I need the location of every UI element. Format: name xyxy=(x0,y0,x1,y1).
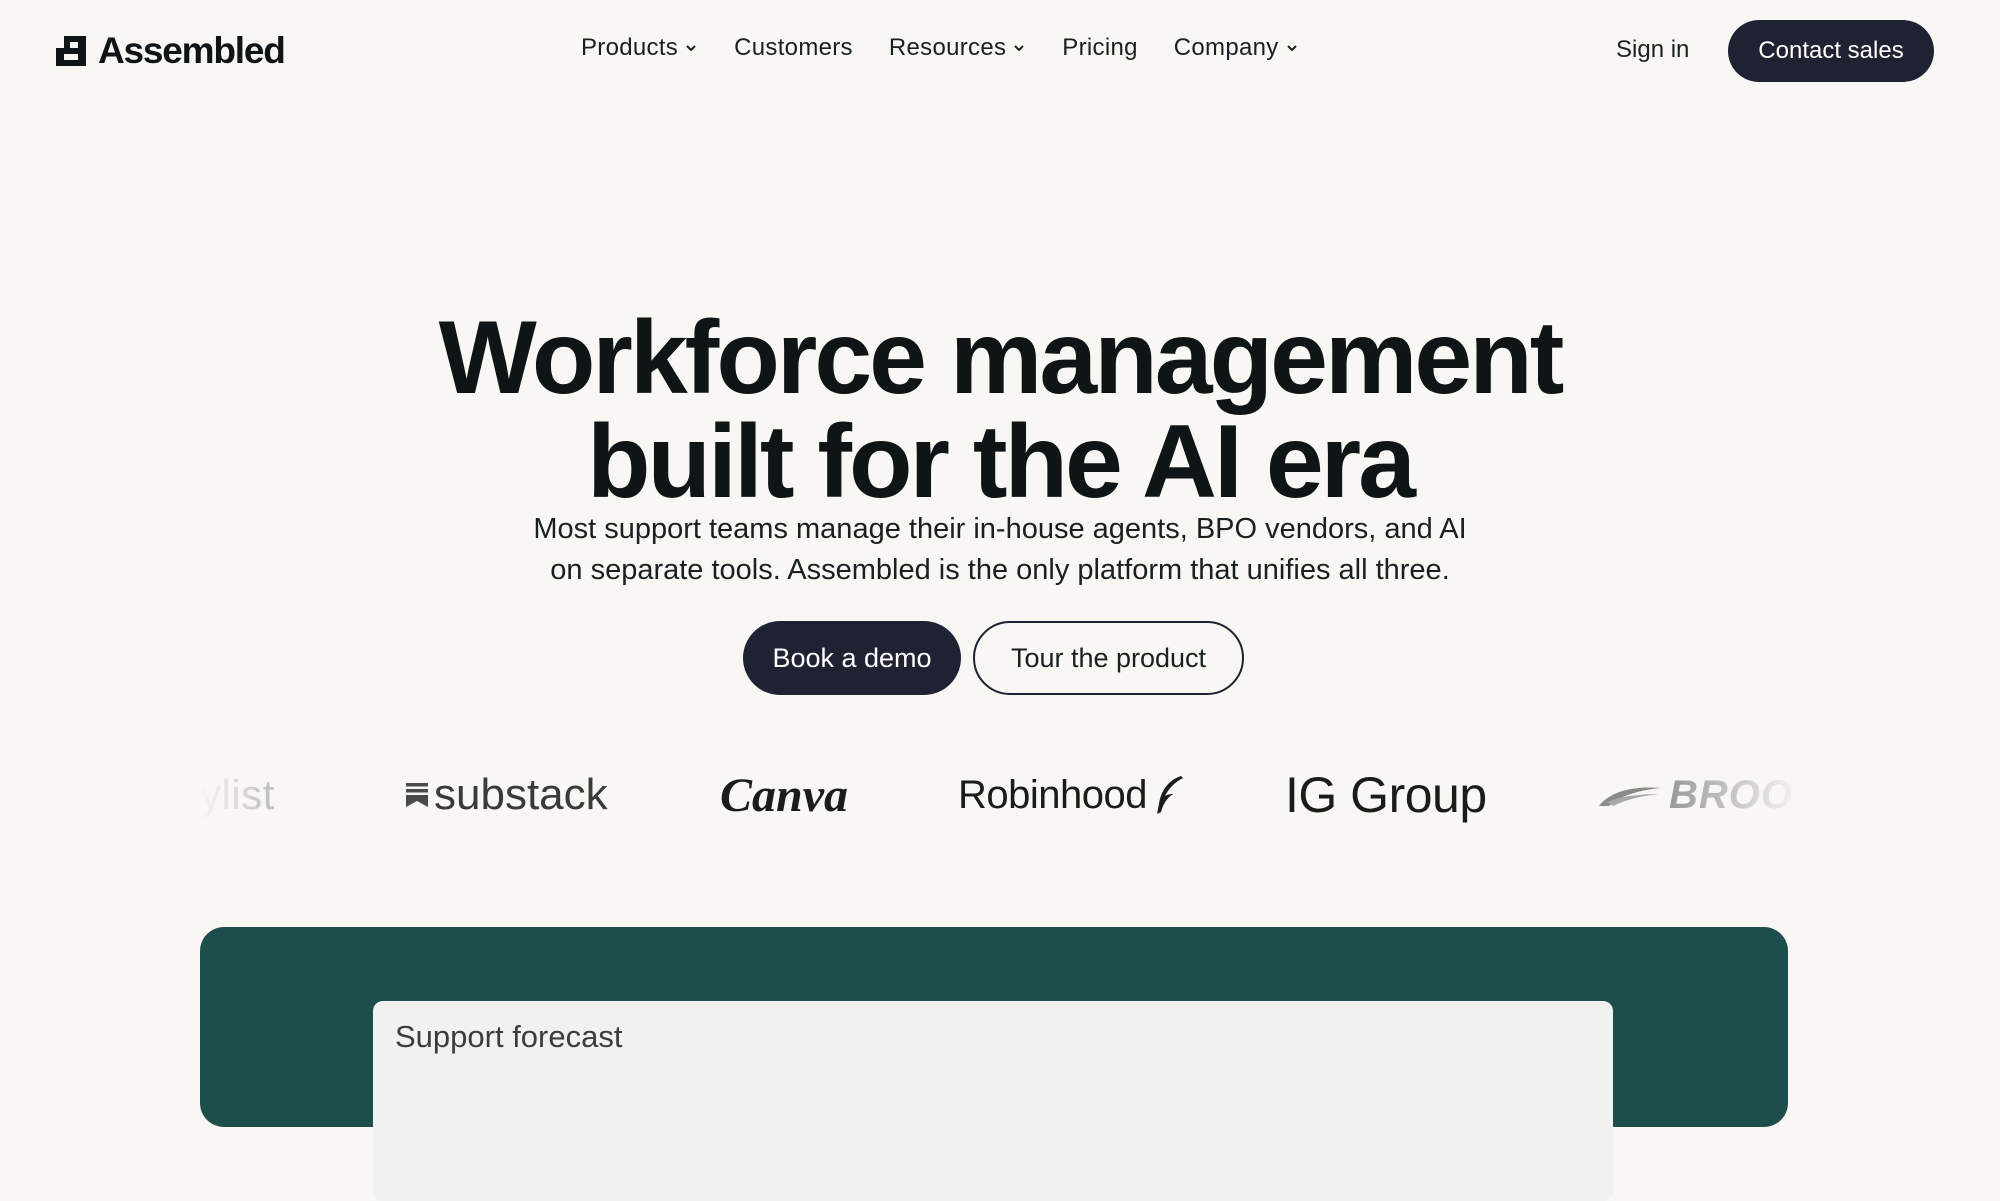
brand-logo[interactable]: Assembled xyxy=(56,30,286,71)
robinhood-logo: Robinhood xyxy=(958,760,1185,830)
card-title: Support forecast xyxy=(395,1019,623,1054)
product-preview-panel: Support forecast xyxy=(200,927,1788,1201)
nav-item-label: Resources xyxy=(888,34,1007,61)
substack-wordmark: substack xyxy=(434,770,608,819)
top-navigation: Assembled Products Customers Resources P… xyxy=(0,0,2000,102)
hero-cta-group: Book a demo Tour the product xyxy=(743,621,1244,695)
nav-item-label: Company xyxy=(1173,34,1279,61)
robinhood-wordmark: Robinhood xyxy=(958,772,1148,817)
nav-item-pricing[interactable]: Pricing xyxy=(1062,34,1137,62)
canva-logo: Canva xyxy=(720,760,848,830)
chevron-down-icon xyxy=(686,45,696,52)
brooks-logo: BROO xyxy=(1597,760,1793,830)
canva-wordmark: Canva xyxy=(720,768,849,822)
substack-bookmark-icon xyxy=(406,783,428,807)
feather-icon xyxy=(1157,776,1183,814)
hero-headline-line: Workforce management xyxy=(438,299,1565,416)
hero-subtitle-line: on separate tools. Assembled is the only… xyxy=(550,554,1450,586)
hero-headline: Workforce management built for the AI er… xyxy=(0,306,2000,514)
brooks-swoosh-icon xyxy=(1599,787,1661,806)
nav-item-resources[interactable]: Resources xyxy=(889,34,1026,62)
stylist-wordmark: ylist xyxy=(200,771,275,818)
nav-item-products[interactable]: Products xyxy=(581,34,698,62)
ig-group-wordmark: IG Group xyxy=(1285,767,1487,823)
main-menu: Products Customers Resources Pricing Com… xyxy=(581,34,1299,62)
support-forecast-card: Support forecast xyxy=(373,1001,1613,1201)
hero-subtitle-line: Most support teams manage their in-house… xyxy=(533,513,1467,545)
brooks-wordmark: BROO xyxy=(1669,772,1793,817)
contact-sales-button[interactable]: Contact sales xyxy=(1728,20,1934,82)
hero-headline-line: built for the AI era xyxy=(587,403,1416,520)
stylist-logo: ylist xyxy=(200,760,275,830)
nav-item-label: Products xyxy=(581,34,679,61)
substack-logo: substack xyxy=(406,760,608,830)
chevron-down-icon xyxy=(1286,45,1297,52)
ig-group-logo: IG Group xyxy=(1285,760,1487,830)
brand-name: Assembled xyxy=(98,30,286,71)
chevron-down-icon xyxy=(1014,45,1024,52)
hero-subtitle: Most support teams manage their in-house… xyxy=(0,509,2000,591)
nav-item-company[interactable]: Company xyxy=(1174,34,1299,62)
assembled-logo-icon xyxy=(56,36,86,66)
customer-logo-strip: ylist substack Canva Robinhood IG Group … xyxy=(200,750,1800,850)
sign-in-link[interactable]: Sign in xyxy=(1616,36,1689,64)
book-demo-button[interactable]: Book a demo xyxy=(743,621,961,695)
nav-item-label: Customers xyxy=(734,34,853,61)
tour-product-button[interactable]: Tour the product xyxy=(973,621,1244,695)
nav-item-label: Pricing xyxy=(1062,34,1138,61)
nav-item-customers[interactable]: Customers xyxy=(734,34,853,62)
